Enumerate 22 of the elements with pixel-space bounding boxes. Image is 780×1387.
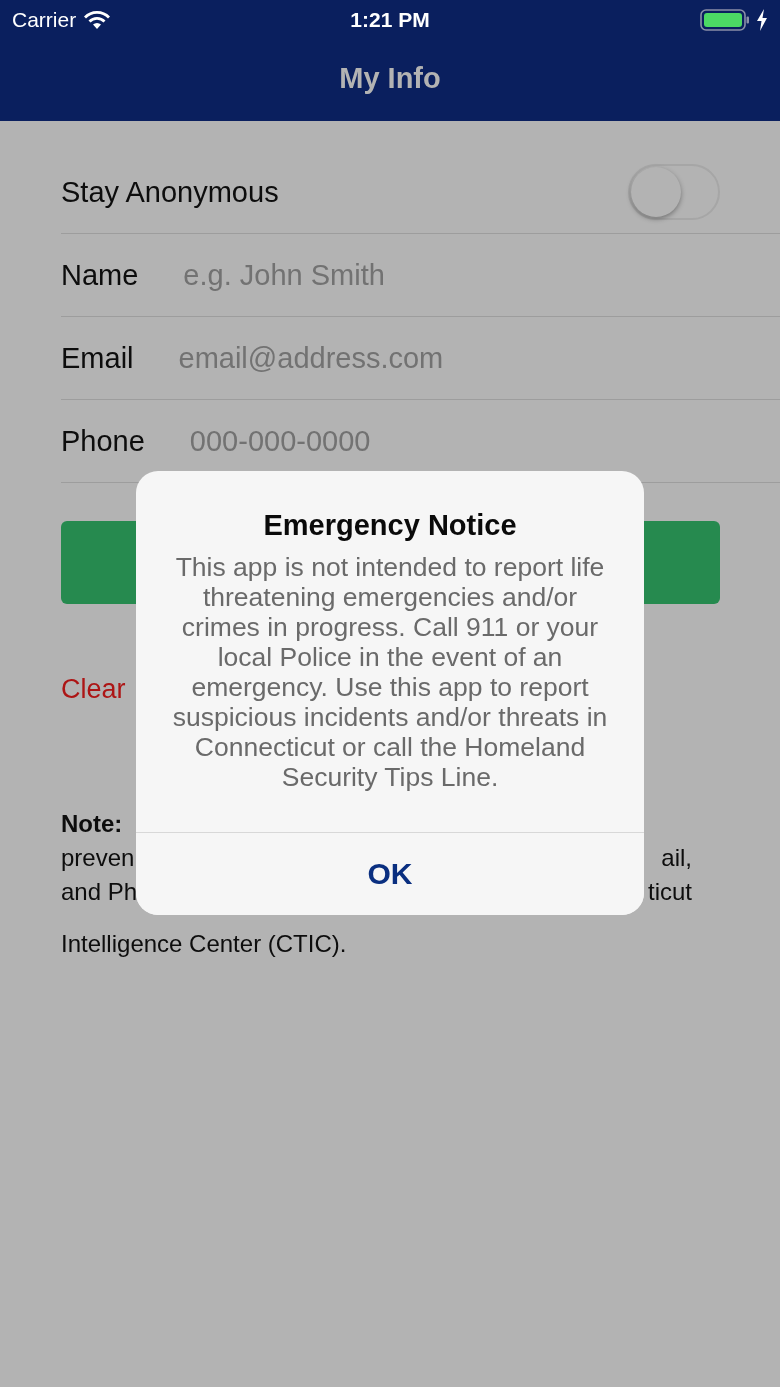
wifi-icon (84, 10, 111, 30)
screen-title: My Info (339, 62, 441, 95)
note-text: Note: (61, 810, 123, 838)
input-field[interactable]: e.g. John Smith (183, 258, 604, 292)
input-field[interactable]: 000-000-0000 (189, 424, 610, 458)
input-field[interactable]: email@address.com (178, 341, 599, 375)
status-time: 1:21 PM (350, 8, 430, 32)
field-label: Email (61, 341, 134, 375)
note-text: preven (61, 844, 135, 872)
note-text: ticut (648, 878, 692, 906)
note-text: and Ph (61, 878, 138, 906)
toggle-label: Stay Anonymous (61, 175, 279, 209)
alert-title: Emergency Notice (262, 509, 518, 542)
note-text: ail, (661, 844, 692, 872)
charging-icon (756, 9, 768, 31)
field-label: Name (61, 258, 139, 292)
alert-message: This app is not intended to report life threatening emergencies and/or crimes in progress. Call 911 or your local Police in the event of an emergency. Use this app to report suspicious incidents and/or threats in Connecticut or call the Homeland Security Tips Line. (171, 552, 609, 792)
battery-icon (700, 9, 750, 31)
anonymous-toggle[interactable] (628, 164, 720, 220)
carrier-label: Carrier (12, 8, 77, 32)
field-label: Phone (61, 424, 145, 458)
note-text: Intelligence Center (CTIC). (61, 930, 347, 958)
